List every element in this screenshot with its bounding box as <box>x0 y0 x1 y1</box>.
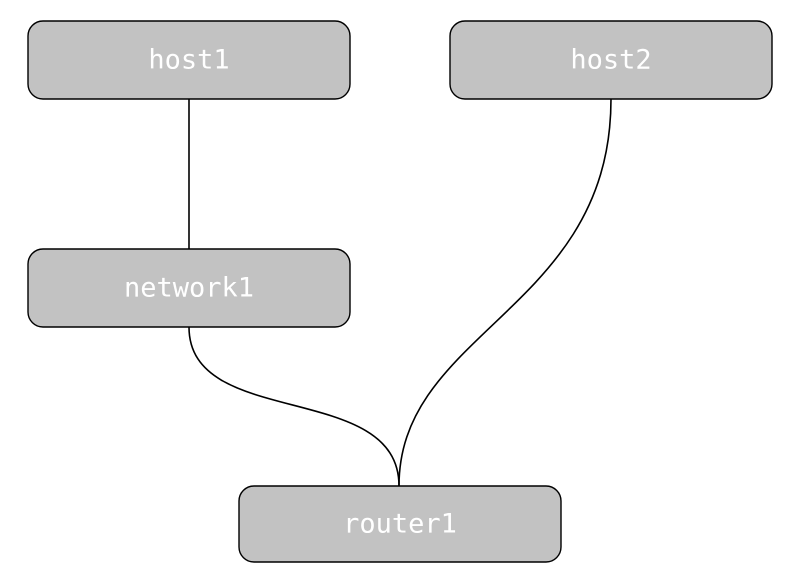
node-host2[interactable]: host2 <box>449 20 773 100</box>
node-host2-label: host2 <box>570 45 651 76</box>
node-network1[interactable]: network1 <box>27 248 351 328</box>
node-host1-label: host1 <box>148 45 229 76</box>
edge-network1-router1 <box>188 326 400 487</box>
network-diagram: host1 host2 network1 router1 <box>27 20 773 563</box>
edge-host2-router1 <box>398 98 612 487</box>
node-router1[interactable]: router1 <box>238 485 562 563</box>
node-network1-label: network1 <box>124 273 254 304</box>
node-host1[interactable]: host1 <box>27 20 351 100</box>
node-router1-label: router1 <box>343 509 457 540</box>
